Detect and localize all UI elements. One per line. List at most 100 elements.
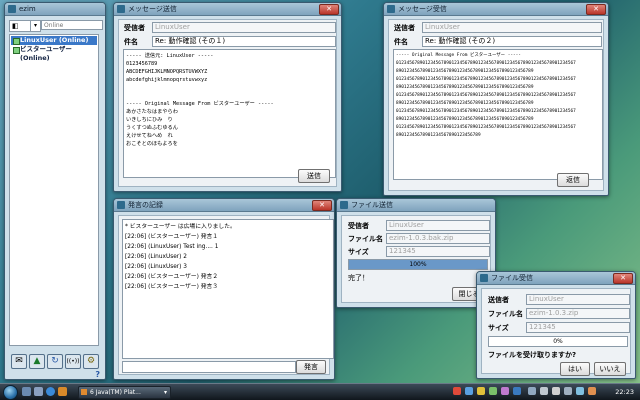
log-line: [22:06] (LinuxUser) 3 — [125, 264, 187, 270]
chevron-down-icon: ▾ — [163, 389, 167, 396]
mail-icon[interactable]: ✉ — [11, 354, 27, 369]
broadcast-icon[interactable]: ((•)) — [65, 354, 81, 369]
window-title: ファイル受信 — [491, 274, 533, 282]
state-selector[interactable]: ◧ ▾ — [9, 20, 41, 32]
tray-icon[interactable] — [576, 387, 584, 395]
window-title: メッセージ送信 — [128, 5, 177, 13]
switch-windows-icon[interactable] — [34, 387, 43, 396]
size-field: 121345 — [526, 322, 630, 333]
tray-icon[interactable] — [588, 387, 596, 395]
reply-button[interactable]: 返信 — [557, 173, 589, 187]
log-body: * ビスターユーザー は広場に入りました。 [22:06] (ビスターユーザー)… — [118, 215, 334, 375]
app-icon — [340, 201, 348, 209]
chat-log: * ビスターユーザー は広場に入りました。 [22:06] (ビスターユーザー)… — [122, 219, 334, 359]
taskbar-task-label: 6 Java(TM) Plat... — [90, 389, 141, 396]
file-name-field: ezim-1.0.3.zip — [526, 308, 630, 319]
file-receive-window: ファイル受信 ✕ 送信者 LinuxUser ファイル名 ezim-1.0.3.… — [476, 271, 636, 379]
file-name-label: ファイル名 — [348, 235, 383, 243]
close-icon[interactable]: ✕ — [586, 4, 606, 15]
app-icon — [117, 5, 125, 13]
desktop-icon[interactable] — [22, 387, 31, 396]
file-name-field: ezim-1.0.3.bak.zip — [386, 233, 490, 244]
sender-field: LinuxUser — [422, 22, 602, 33]
subject-label: 件名 — [394, 38, 408, 46]
progress-text: 0% — [553, 338, 563, 345]
taskbar-java-button[interactable]: 6 Java(TM) Plat... ▾ — [78, 386, 171, 399]
log-line: [22:06] (ビスターユーザー) 発言１ — [125, 234, 219, 240]
speak-button[interactable]: 発言 — [296, 360, 326, 374]
recipient-label: 受信者 — [348, 222, 369, 230]
log-line: [22:06] (LinuxUser) 2 — [125, 254, 187, 260]
user-list-item[interactable]: ビスターユーザー (Online) — [11, 45, 97, 62]
user-list: LinuxUser (Online) ビスターユーザー (Online) — [9, 34, 99, 346]
tray-icon[interactable] — [465, 387, 473, 395]
message-body[interactable]: ----- 送信元: LinuxUser ----- 0123456789 AB… — [123, 49, 336, 178]
recipient-label: 受信者 — [124, 24, 145, 32]
status-text: 完了！ — [348, 274, 369, 282]
clock: 22:23 — [615, 388, 634, 396]
tray-icon[interactable] — [489, 387, 497, 395]
help-icon[interactable]: ? — [95, 370, 100, 379]
window-title: 発言の記録 — [128, 201, 163, 209]
up-arrow-icon[interactable]: ▲ — [29, 354, 45, 369]
tray-icon[interactable] — [513, 387, 521, 395]
log-titlebar[interactable]: 発言の記録 ✕ — [114, 199, 334, 212]
tray-icon[interactable] — [477, 387, 485, 395]
subject-field: Re: 動作確認 (その２) — [422, 36, 602, 47]
app-icon — [387, 5, 395, 13]
volume-icon[interactable] — [540, 387, 548, 395]
receive-titlebar[interactable]: メッセージ受信 ✕ — [384, 3, 608, 16]
ezim-titlebar[interactable]: ezim — [5, 3, 105, 16]
user-name: LinuxUser (Online) — [20, 36, 89, 44]
subject-field[interactable]: Re: 動作確認 (その１) — [152, 36, 336, 47]
log-line: [22:06] (ビスターユーザー) 発言３ — [125, 284, 219, 290]
send-button[interactable]: 送信 — [298, 169, 330, 183]
chat-log-window: 発言の記録 ✕ * ビスターユーザー は広場に入りました。 [22:06] (ビ… — [113, 198, 335, 380]
app-icon — [480, 274, 488, 282]
refresh-icon[interactable]: ↻ — [47, 354, 63, 369]
file-receive-body: 送信者 LinuxUser ファイル名 ezim-1.0.3.zip サイズ 1… — [481, 288, 631, 376]
tray-icon[interactable] — [564, 387, 572, 395]
app-icon — [8, 5, 16, 13]
recipient-field: LinuxUser — [152, 22, 336, 33]
yes-button[interactable]: はい — [560, 362, 590, 376]
network-icon[interactable] — [528, 387, 536, 395]
file-send-body: 受信者 LinuxUser ファイル名 ezim-1.0.3.bak.zip サ… — [341, 215, 491, 303]
file-name-label: ファイル名 — [488, 310, 523, 318]
user-name: ビスターユーザー (Online) — [20, 45, 72, 62]
media-icon[interactable] — [58, 387, 67, 396]
user-status-icon — [13, 38, 20, 45]
close-icon[interactable]: ✕ — [613, 273, 633, 284]
tray-icon[interactable] — [501, 387, 509, 395]
gear-icon[interactable]: ⚙ — [83, 354, 99, 369]
tray-icon[interactable] — [453, 387, 461, 395]
user-status-icon — [13, 47, 20, 54]
message-compose-window: メッセージ送信 ✕ 受信者 LinuxUser 件名 Re: 動作確認 (その１… — [113, 2, 342, 192]
compose-body: 受信者 LinuxUser 件名 Re: 動作確認 (その１) ----- 送信… — [118, 19, 337, 187]
file-send-titlebar[interactable]: ファイル送信 — [337, 199, 495, 212]
compose-titlebar[interactable]: メッセージ送信 ✕ — [114, 3, 341, 16]
java-icon — [81, 389, 87, 395]
state-message-input[interactable] — [41, 20, 103, 30]
browser-icon[interactable] — [46, 387, 55, 396]
file-send-window: ファイル送信 受信者 LinuxUser ファイル名 ezim-1.0.3.ba… — [336, 198, 496, 308]
chat-input[interactable] — [122, 361, 296, 373]
close-icon[interactable]: ✕ — [319, 4, 339, 15]
file-receive-titlebar[interactable]: ファイル受信 ✕ — [477, 272, 635, 285]
user-list-item[interactable]: LinuxUser (Online) — [11, 36, 97, 45]
no-button[interactable]: いいえ — [594, 362, 626, 376]
accept-question: ファイルを受け取りますか? — [488, 351, 577, 359]
window-title: ファイル送信 — [351, 201, 393, 209]
log-line: * ビスターユーザー は広場に入りました。 — [125, 224, 236, 230]
sender-field: LinuxUser — [526, 294, 630, 305]
tray-icon[interactable] — [552, 387, 560, 395]
sender-label: 送信者 — [394, 24, 415, 32]
log-line: [22:06] (ビスターユーザー) 発言２ — [125, 274, 219, 280]
message-body: ----- Original Message From ビスターユーザー ---… — [393, 49, 603, 180]
chevron-down-icon[interactable]: ▾ — [30, 21, 40, 31]
window-title: ezim — [19, 5, 36, 13]
receive-body: 送信者 LinuxUser 件名 Re: 動作確認 (その２) ----- Or… — [388, 19, 604, 191]
close-icon[interactable]: ✕ — [312, 200, 332, 211]
transfer-progress: 100% — [348, 259, 488, 270]
start-button[interactable] — [3, 385, 18, 400]
